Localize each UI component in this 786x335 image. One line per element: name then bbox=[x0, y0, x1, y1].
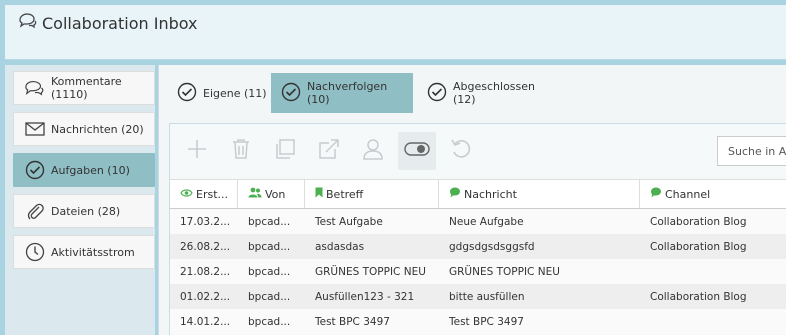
check-circle-icon bbox=[177, 82, 197, 105]
cell-von: bpcad... bbox=[248, 240, 291, 253]
main-content: Eigene (11) Nachverfolgen (10) Abgeschlo… bbox=[158, 65, 786, 335]
copy-button[interactable] bbox=[266, 132, 304, 170]
check-circle-icon bbox=[427, 82, 447, 105]
cell-channel: Collaboration Blog bbox=[650, 215, 747, 228]
eye-icon bbox=[180, 188, 193, 201]
add-icon bbox=[186, 138, 208, 164]
column-header-nachricht[interactable]: Nachricht bbox=[439, 180, 640, 208]
column-header-channel[interactable]: Channel bbox=[640, 180, 786, 208]
cell-von: bpcad... bbox=[248, 215, 291, 228]
cell-betreff: Test Aufgabe bbox=[315, 215, 383, 228]
table-header: Erst... Von Betreff Nachricht Channel bbox=[170, 179, 786, 209]
cell-channel: Collaboration Blog bbox=[650, 240, 747, 253]
tab-label: Abgeschlossen (12) bbox=[453, 80, 535, 106]
cell-von: bpcad... bbox=[248, 315, 291, 328]
cell-von: bpcad... bbox=[248, 265, 291, 278]
table-row[interactable]: 14.01.2... bpcad... Test BPC 3497 Test B… bbox=[170, 309, 786, 334]
clock-icon bbox=[24, 242, 46, 262]
tab-eigene[interactable]: Eigene (11) bbox=[167, 73, 269, 113]
table-row[interactable]: 01.02.2... bpcad... Ausfüllen123 - 321 b… bbox=[170, 284, 786, 309]
app-header: Collaboration Inbox bbox=[5, 5, 786, 60]
undo-button[interactable] bbox=[442, 132, 480, 170]
column-header-betreff[interactable]: Betreff bbox=[305, 180, 439, 208]
cell-nachricht: GRÜNES TOPPIC NEU bbox=[449, 265, 560, 278]
bookmark-icon bbox=[315, 187, 323, 201]
search-input[interactable] bbox=[717, 136, 786, 166]
toolbar bbox=[170, 124, 786, 179]
undo-icon bbox=[450, 138, 472, 164]
tab-bar: Eigene (11) Nachverfolgen (10) Abgeschlo… bbox=[159, 73, 786, 113]
column-header-von[interactable]: Von bbox=[238, 180, 305, 208]
comments-icon bbox=[24, 78, 46, 98]
cell-channel bbox=[640, 259, 786, 284]
cell-channel bbox=[640, 309, 786, 334]
tab-abgeschlossen[interactable]: Abgeschlossen (12) bbox=[417, 73, 557, 113]
sidebar-item-aufgaben[interactable]: Aufgaben (10) bbox=[13, 153, 155, 187]
table-row[interactable]: 21.08.2... bpcad... GRÜNES TOPPIC NEU GR… bbox=[170, 259, 786, 284]
paperclip-icon bbox=[24, 201, 46, 221]
envelope-icon bbox=[24, 119, 46, 139]
user-icon bbox=[362, 138, 384, 164]
task-panel: Erst... Von Betreff bbox=[169, 123, 786, 335]
sidebar-item-aktivitaetsstrom[interactable]: Aktivitätsstrom bbox=[13, 235, 155, 269]
cell-erstellt: 14.01.2... bbox=[180, 315, 231, 328]
cell-betreff: asdasdas bbox=[315, 240, 365, 253]
tab-label: Nachverfolgen (10) bbox=[307, 80, 388, 106]
app-title: Collaboration Inbox bbox=[42, 13, 198, 33]
trash-icon bbox=[231, 138, 251, 164]
sidebar-item-label: Aktivitätsstrom bbox=[51, 245, 135, 259]
add-button[interactable] bbox=[178, 132, 216, 170]
cell-erstellt: 17.03.2... bbox=[180, 215, 231, 228]
cell-betreff: GRÜNES TOPPIC NEU bbox=[315, 265, 426, 278]
tab-nachverfolgen[interactable]: Nachverfolgen (10) bbox=[271, 73, 413, 113]
toggle-icon bbox=[404, 141, 430, 161]
sidebar-item-label: Nachrichten (20) bbox=[51, 122, 144, 136]
assign-user-button[interactable] bbox=[354, 132, 392, 170]
delete-button[interactable] bbox=[222, 132, 260, 170]
cell-erstellt: 26.08.2... bbox=[180, 240, 231, 253]
check-circle-icon bbox=[24, 160, 46, 180]
cell-nachricht: bitte ausfüllen bbox=[449, 290, 525, 303]
title-wrap: Collaboration Inbox bbox=[18, 13, 198, 33]
copy-icon bbox=[274, 138, 296, 164]
cell-von: bpcad... bbox=[248, 290, 291, 303]
sidebar-item-dateien[interactable]: Dateien (28) bbox=[13, 194, 155, 228]
sidebar-item-nachrichten[interactable]: Nachrichten (20) bbox=[13, 112, 155, 146]
sidebar-item-label: Dateien (28) bbox=[51, 204, 121, 218]
cell-nachricht: gdgsdgsdsggsfd bbox=[449, 240, 535, 253]
cell-nachricht: Test BPC 3497 bbox=[449, 315, 524, 328]
cell-betreff: Test BPC 3497 bbox=[315, 315, 390, 328]
comments-icon bbox=[18, 13, 38, 33]
toggle-button[interactable] bbox=[398, 132, 436, 170]
app-window: Collaboration Inbox Kommentare (1110) Na… bbox=[0, 0, 786, 335]
column-header-erstellt[interactable]: Erst... bbox=[170, 180, 238, 208]
cell-erstellt: 01.02.2... bbox=[180, 290, 231, 303]
tab-label: Eigene (11) bbox=[203, 86, 267, 100]
table-row[interactable]: 26.08.2... bpcad... asdasdas gdgsdgsdsgg… bbox=[170, 234, 786, 259]
open-button[interactable] bbox=[310, 132, 348, 170]
users-icon bbox=[248, 187, 262, 201]
cell-erstellt: 21.08.2... bbox=[180, 265, 231, 278]
open-external-icon bbox=[318, 138, 340, 164]
sidebar-item-label: Aufgaben (10) bbox=[51, 163, 130, 177]
sidebar-item-kommentare[interactable]: Kommentare (1110) bbox=[13, 71, 155, 105]
check-circle-icon bbox=[281, 82, 301, 105]
sidebar-item-label: Kommentare (1110) bbox=[51, 75, 122, 101]
cell-channel: Collaboration Blog bbox=[650, 290, 747, 303]
message-icon bbox=[449, 187, 461, 201]
message-icon bbox=[650, 187, 662, 201]
cell-betreff: Ausfüllen123 - 321 bbox=[315, 290, 415, 303]
table-row[interactable]: 17.03.2... bpcad... Test Aufgabe Neue Au… bbox=[170, 209, 786, 234]
cell-nachricht: Neue Aufgabe bbox=[449, 215, 524, 228]
sidebar: Kommentare (1110) Nachrichten (20) Aufga… bbox=[5, 65, 155, 335]
